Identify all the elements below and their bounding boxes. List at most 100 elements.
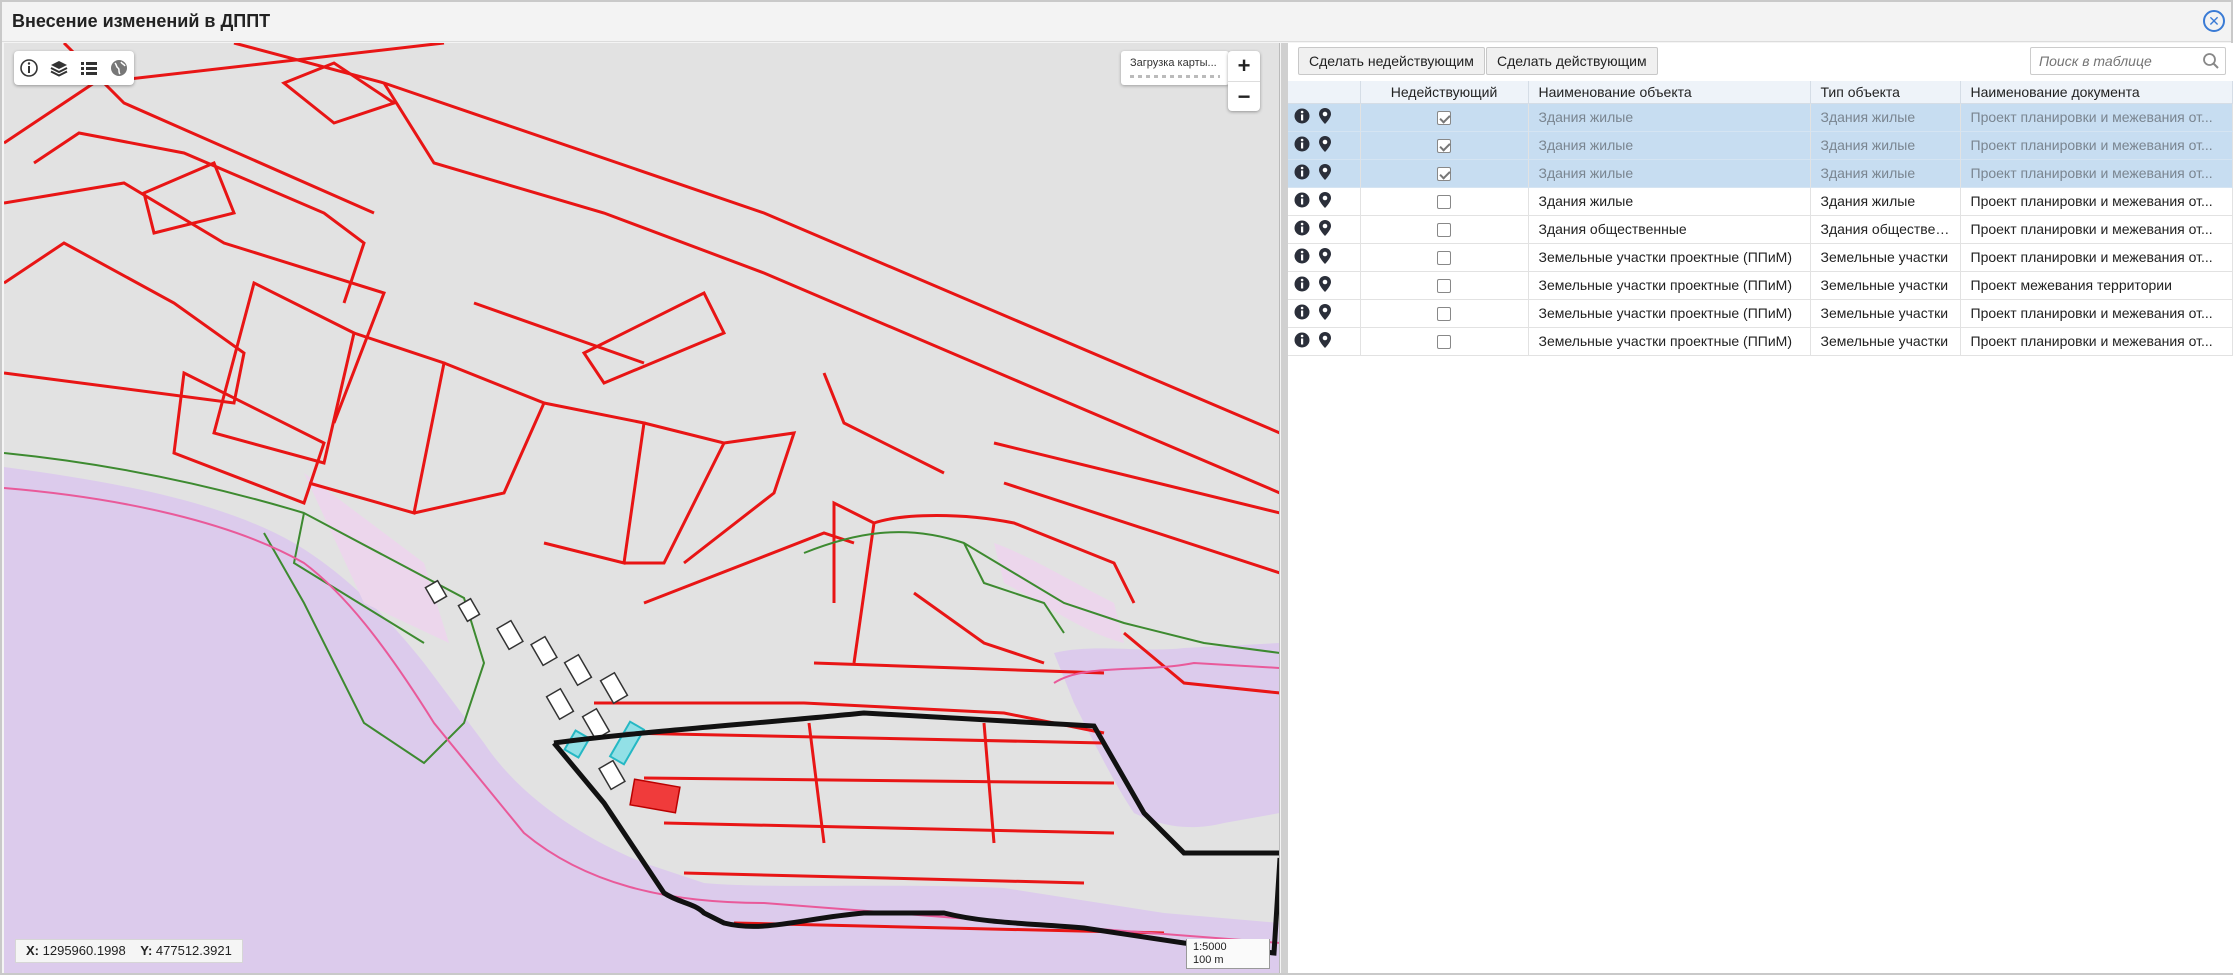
locate-on-map-icon[interactable] xyxy=(1318,135,1332,156)
inactive-checkbox[interactable] xyxy=(1437,139,1451,154)
inactive-checkbox[interactable] xyxy=(1437,307,1451,322)
document-name: Проект планировки и межевания от... xyxy=(1960,103,2233,132)
loading-text: Загрузка карты... xyxy=(1130,57,1217,69)
locate-on-map-icon[interactable] xyxy=(1318,219,1332,240)
table-row[interactable]: Земельные участки проектные (ППиМ) Земель… xyxy=(1288,299,2233,328)
locate-on-map-icon[interactable] xyxy=(1318,303,1332,324)
header-document-name[interactable]: Наименование документа xyxy=(1960,81,2233,104)
table-search-input[interactable] xyxy=(2030,47,2226,75)
window: Внесение изменений в ДППТ ✕ Загрузка кар… xyxy=(0,0,2233,975)
document-name: Проект планировки и межевания от... xyxy=(1960,299,2233,328)
zoom-control: + − xyxy=(1228,51,1260,111)
locate-on-map-icon[interactable] xyxy=(1318,275,1332,296)
map-canvas[interactable] xyxy=(4,43,1280,973)
x-value: 1295960.1998 xyxy=(42,943,126,958)
map-view[interactable]: Загрузка карты... + − X: 1295960.1998 Y:… xyxy=(4,43,1280,973)
locate-on-map-icon[interactable] xyxy=(1318,247,1332,268)
inactive-cell xyxy=(1360,243,1529,272)
row-actions xyxy=(1288,327,1361,356)
info-icon[interactable] xyxy=(1294,220,1310,239)
header-actions[interactable] xyxy=(1288,81,1361,104)
row-actions xyxy=(1288,159,1361,188)
document-name: Проект планировки и межевания от... xyxy=(1960,131,2233,160)
object-type: Здания общественн xyxy=(1810,215,1961,244)
inactive-checkbox[interactable] xyxy=(1437,167,1451,182)
inactive-cell xyxy=(1360,299,1529,328)
locate-on-map-icon[interactable] xyxy=(1318,107,1332,128)
panel-splitter[interactable] xyxy=(1281,43,1288,973)
locate-on-map-icon[interactable] xyxy=(1318,163,1332,184)
header-object-name[interactable]: Наименование объекта xyxy=(1528,81,1811,104)
info-icon[interactable] xyxy=(1294,332,1310,351)
object-type: Земельные участки xyxy=(1810,271,1961,300)
scale-bar: 1:5000 100 m xyxy=(1186,939,1270,969)
object-type: Здания жилые xyxy=(1810,159,1961,188)
table-row[interactable]: Земельные участки проектные (ППиМ) Земель… xyxy=(1288,243,2233,272)
header-object-type[interactable]: Тип объекта xyxy=(1810,81,1961,104)
header-inactive[interactable]: Недействующий xyxy=(1360,81,1529,104)
locate-on-map-icon[interactable] xyxy=(1318,331,1332,352)
table-row[interactable]: Земельные участки проектные (ППиМ) Земель… xyxy=(1288,271,2233,300)
object-name: Здания жилые xyxy=(1528,131,1811,160)
info-icon[interactable] xyxy=(1294,136,1310,155)
row-actions xyxy=(1288,271,1361,300)
locate-on-map-icon[interactable] xyxy=(1318,191,1332,212)
inactive-checkbox[interactable] xyxy=(1437,251,1451,266)
y-label: Y: xyxy=(140,943,153,958)
map-toolbar xyxy=(14,51,134,85)
object-type: Здания жилые xyxy=(1810,131,1961,160)
info-icon[interactable] xyxy=(1294,164,1310,183)
loading-bar xyxy=(1130,75,1220,78)
info-icon[interactable] xyxy=(1294,304,1310,323)
row-actions xyxy=(1288,215,1361,244)
info-icon xyxy=(20,59,38,77)
make-inactive-button[interactable]: Сделать недействующим xyxy=(1298,47,1485,75)
zoom-out-button[interactable]: − xyxy=(1228,81,1260,111)
inactive-checkbox[interactable] xyxy=(1437,111,1451,126)
inactive-cell xyxy=(1360,131,1529,160)
close-icon[interactable]: ✕ xyxy=(2203,10,2225,32)
layers-tool[interactable] xyxy=(44,51,74,85)
object-name: Земельные участки проектные (ППиМ) xyxy=(1528,271,1811,300)
table-header: Недействующий Наименование объекта Тип о… xyxy=(1288,81,2233,104)
inactive-checkbox[interactable] xyxy=(1437,335,1451,350)
table-row[interactable]: Здания жилые Здания жилые Проект планировк… xyxy=(1288,159,2233,188)
objects-table: Недействующий Наименование объекта Тип о… xyxy=(1288,81,2233,356)
inactive-cell xyxy=(1360,159,1529,188)
info-tool[interactable] xyxy=(14,51,44,85)
inactive-cell xyxy=(1360,327,1529,356)
row-actions xyxy=(1288,103,1361,132)
object-type: Земельные участки xyxy=(1810,327,1961,356)
object-name: Здания жилые xyxy=(1528,187,1811,216)
list-tool[interactable] xyxy=(74,51,104,85)
table-row[interactable]: Земельные участки проектные (ППиМ) Земель… xyxy=(1288,327,2233,356)
info-icon[interactable] xyxy=(1294,108,1310,127)
inactive-checkbox[interactable] xyxy=(1437,223,1451,238)
info-icon[interactable] xyxy=(1294,192,1310,211)
table-row[interactable]: Здания жилые Здания жилые Проект планировк… xyxy=(1288,103,2233,132)
zoom-in-button[interactable]: + xyxy=(1228,51,1260,81)
make-active-button[interactable]: Сделать действующим xyxy=(1486,47,1658,75)
inactive-checkbox[interactable] xyxy=(1437,279,1451,294)
table-row[interactable]: Здания жилые Здания жилые Проект планировк… xyxy=(1288,187,2233,216)
object-type: Здания жилые xyxy=(1810,103,1961,132)
table-row[interactable]: Здания жилые Здания жилые Проект планировк… xyxy=(1288,131,2233,160)
y-value: 477512.3921 xyxy=(155,943,232,958)
search-icon[interactable] xyxy=(2202,52,2220,70)
object-name: Здания жилые xyxy=(1528,103,1811,132)
object-type: Земельные участки xyxy=(1810,299,1961,328)
row-actions xyxy=(1288,187,1361,216)
table-row[interactable]: Здания общественные Здания общественн Прое… xyxy=(1288,215,2233,244)
document-name: Проект планировки и межевания от... xyxy=(1960,243,2233,272)
info-icon[interactable] xyxy=(1294,276,1310,295)
document-name: Проект планировки и межевания от... xyxy=(1960,187,2233,216)
row-actions xyxy=(1288,243,1361,272)
inactive-cell xyxy=(1360,271,1529,300)
object-type: Земельные участки xyxy=(1810,243,1961,272)
info-icon[interactable] xyxy=(1294,248,1310,267)
inactive-checkbox[interactable] xyxy=(1437,195,1451,210)
layers-icon xyxy=(50,61,68,77)
document-name: Проект межевания территории xyxy=(1960,271,2233,300)
basemap-tool[interactable] xyxy=(104,51,134,85)
object-name: Земельные участки проектные (ППиМ) xyxy=(1528,299,1811,328)
